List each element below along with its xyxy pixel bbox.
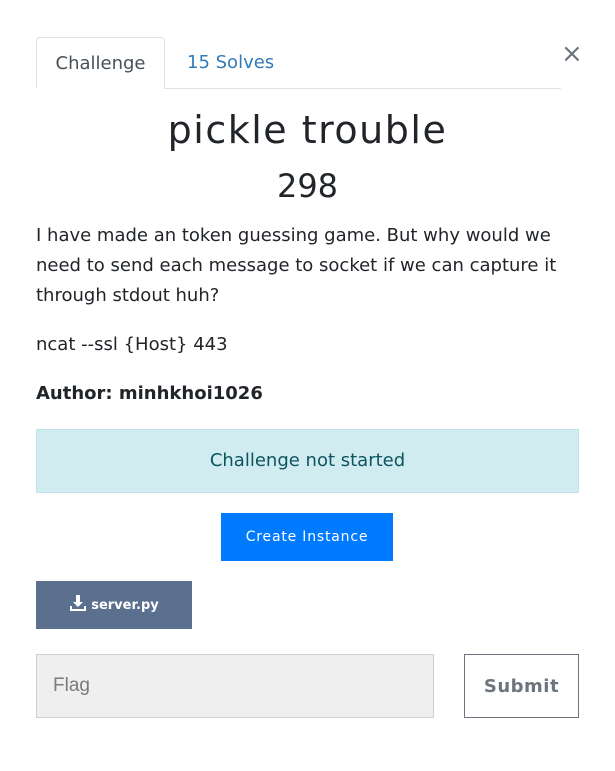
tab-solves[interactable]: 15 Solves: [167, 37, 294, 89]
tab-challenge[interactable]: Challenge: [36, 37, 165, 89]
close-icon[interactable]: ×: [561, 40, 583, 68]
connection-command: ncat --ssl {Host} 443: [36, 334, 228, 355]
instance-status-alert: Challenge not started: [36, 429, 579, 493]
tab-bar: Challenge 15 Solves: [36, 37, 561, 89]
download-icon: [69, 594, 87, 616]
file-name: server.py: [91, 597, 159, 613]
download-file-button[interactable]: server.py: [36, 581, 192, 629]
challenge-author: Author: minhkhoi1026: [36, 383, 263, 404]
challenge-title: pickle trouble: [167, 108, 448, 152]
submit-button[interactable]: Submit: [464, 654, 579, 718]
create-instance-button[interactable]: Create Instance: [221, 513, 393, 561]
challenge-points: 298: [276, 167, 339, 205]
flag-input[interactable]: [36, 654, 434, 718]
challenge-description: I have made an token guessing game. But …: [36, 225, 557, 306]
